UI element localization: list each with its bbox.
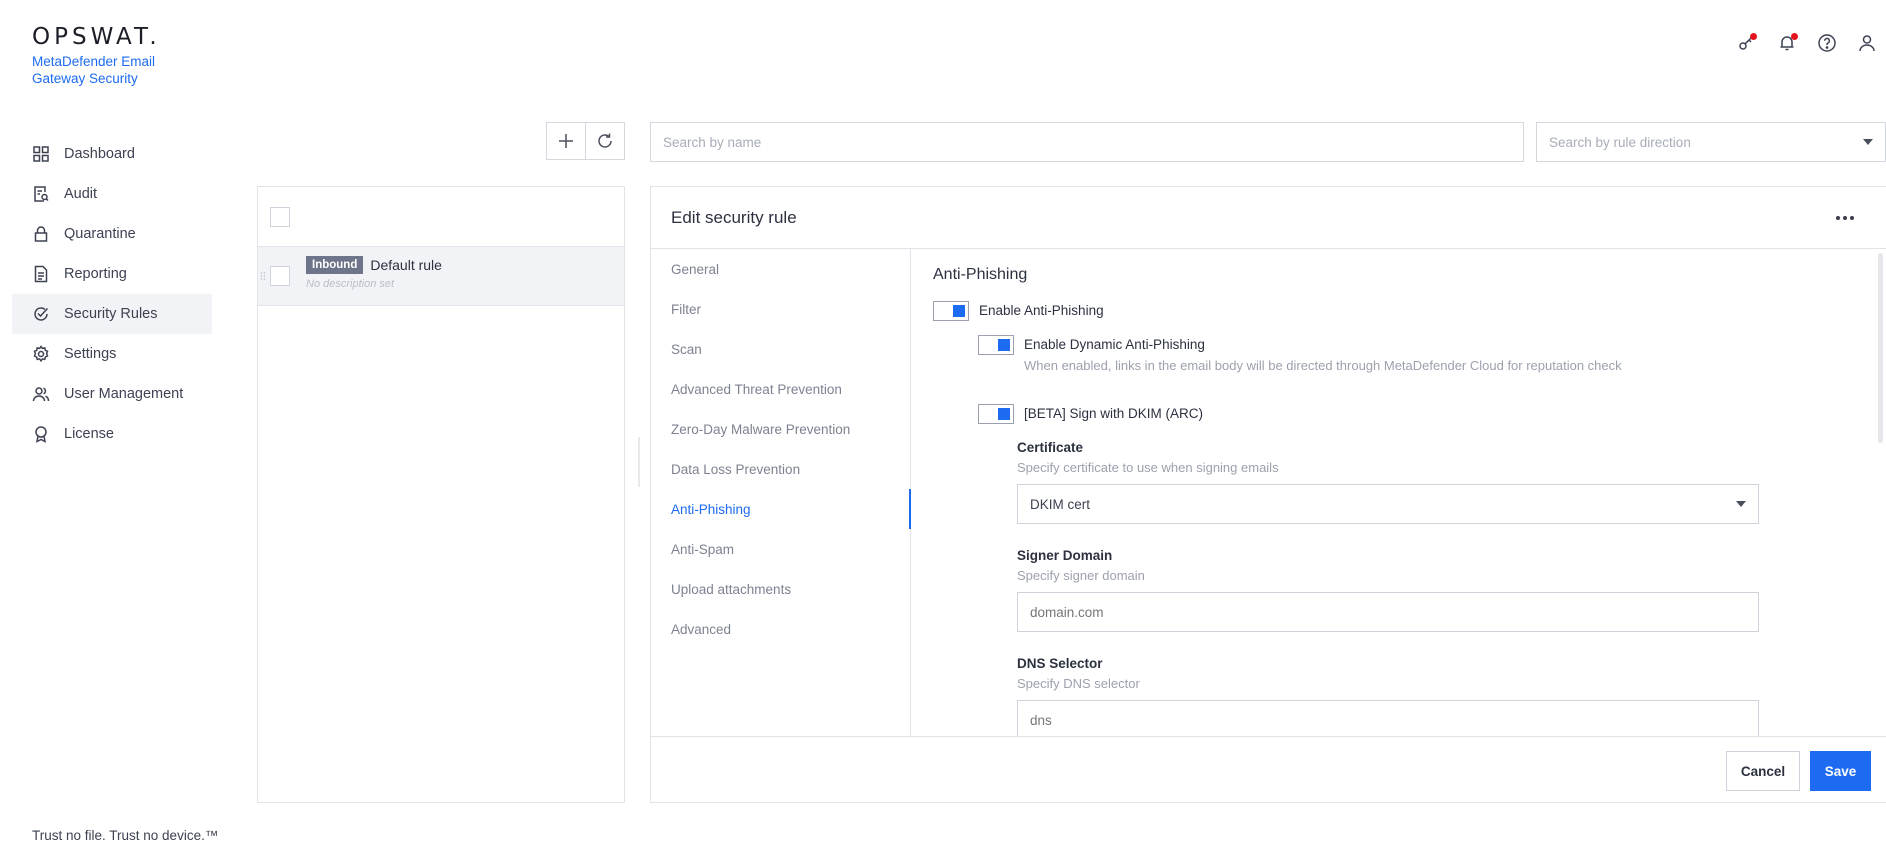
save-button[interactable]: Save <box>1810 751 1871 791</box>
sidebar: Dashboard Audit Quarantine Reporting Sec… <box>12 134 212 454</box>
sidebar-item-user-management[interactable]: User Management <box>12 374 212 414</box>
rule-description: No description set <box>306 278 395 290</box>
tab-advanced[interactable]: Advanced <box>651 609 910 649</box>
sidebar-item-label: Reporting <box>64 266 127 282</box>
footer-tagline: Trust no file. Trust no device.™ <box>32 828 219 843</box>
user-icon[interactable] <box>1856 32 1878 54</box>
sidebar-item-settings[interactable]: Settings <box>12 334 212 374</box>
users-icon <box>32 385 50 403</box>
sidebar-item-license[interactable]: License <box>12 414 212 454</box>
sidebar-item-label: Security Rules <box>64 306 158 322</box>
toggle-description: When enabled, links in the email body wi… <box>1024 358 1622 373</box>
dns-selector-input[interactable] <box>1017 700 1759 737</box>
product-name: MetaDefender Email Gateway Security <box>32 54 156 86</box>
notification-dot <box>1750 33 1757 40</box>
sidebar-item-label: License <box>64 426 114 442</box>
badge-icon <box>32 425 50 443</box>
signer-domain-input[interactable] <box>1017 592 1759 632</box>
certificate-label: Certificate <box>1017 440 1084 455</box>
edit-rule-panel: Edit security rule General Filter Scan A… <box>638 186 1886 803</box>
chevron-down-icon <box>1736 501 1746 507</box>
bell-icon[interactable] <box>1776 32 1798 54</box>
tab-advanced-threat-prevention[interactable]: Advanced Threat Prevention <box>651 369 910 409</box>
anti-phishing-content: Anti-Phishing Enable Anti-Phishing Enabl… <box>912 249 1885 737</box>
certificate-select[interactable]: DKIM cert <box>1017 484 1759 524</box>
plus-icon <box>559 134 573 148</box>
toggle-label: Enable Anti-Phishing <box>979 303 1104 318</box>
tab-upload-attachments[interactable]: Upload attachments <box>651 569 910 609</box>
sidebar-item-label: Dashboard <box>64 146 135 162</box>
key-icon[interactable] <box>1735 32 1757 54</box>
search-by-direction-select[interactable]: Search by rule direction <box>1536 122 1886 162</box>
add-rule-button[interactable] <box>546 122 586 160</box>
sign-with-dkim-toggle[interactable] <box>978 404 1014 424</box>
drag-handle-icon[interactable] <box>260 271 266 281</box>
refresh-button[interactable] <box>585 122 625 160</box>
tab-data-loss-prevention[interactable]: Data Loss Prevention <box>651 449 910 489</box>
refresh-icon <box>598 133 612 148</box>
tab-scan[interactable]: Scan <box>651 329 910 369</box>
tab-filter[interactable]: Filter <box>651 289 910 329</box>
rule-name: Default rule <box>370 257 442 273</box>
sidebar-item-quarantine[interactable]: Quarantine <box>12 214 212 254</box>
document-icon <box>32 265 50 283</box>
toggle-label: Enable Dynamic Anti-Phishing <box>1024 337 1205 352</box>
tab-anti-phishing[interactable]: Anti-Phishing <box>651 489 911 529</box>
table-row[interactable]: Inbound Default rule No description set <box>258 247 624 306</box>
sidebar-item-reporting[interactable]: Reporting <box>12 254 212 294</box>
scrollbar[interactable] <box>1878 253 1883 443</box>
toggle-label: [BETA] Sign with DKIM (ARC) <box>1024 406 1204 421</box>
enable-dynamic-anti-phishing-toggle[interactable] <box>978 335 1014 355</box>
notification-dot <box>1791 33 1798 40</box>
sidebar-item-security-rules[interactable]: Security Rules <box>12 294 212 334</box>
opswat-logo: OPSWAT. <box>32 24 161 50</box>
cancel-button[interactable]: Cancel <box>1726 751 1800 791</box>
list-header <box>258 187 624 247</box>
enable-anti-phishing-toggle[interactable] <box>933 301 969 321</box>
direction-placeholder: Search by rule direction <box>1549 134 1691 150</box>
sidebar-item-label: Audit <box>64 186 98 202</box>
sidebar-item-dashboard[interactable]: Dashboard <box>12 134 212 174</box>
more-options-button[interactable] <box>1830 210 1860 226</box>
tab-anti-spam[interactable]: Anti-Spam <box>651 529 910 569</box>
gear-icon <box>32 345 50 363</box>
signer-domain-label: Signer Domain <box>1017 548 1113 563</box>
sidebar-item-label: Settings <box>64 346 117 362</box>
dns-selector-label: DNS Selector <box>1017 656 1103 671</box>
help-icon[interactable] <box>1816 32 1838 54</box>
certificate-description: Specify certificate to use when signing … <box>1017 460 1279 475</box>
section-title: Anti-Phishing <box>933 266 1028 283</box>
audit-icon <box>32 185 50 203</box>
rule-tabs: General Filter Scan Advanced Threat Prev… <box>651 249 911 737</box>
certificate-value: DKIM cert <box>1030 496 1091 512</box>
sidebar-item-label: Quarantine <box>64 226 136 242</box>
search-by-name-input[interactable] <box>650 122 1524 162</box>
dns-selector-description: Specify DNS selector <box>1017 676 1140 691</box>
select-all-checkbox[interactable] <box>270 206 290 227</box>
shield-check-icon <box>32 305 50 323</box>
tab-zero-day-malware-prevention[interactable]: Zero-Day Malware Prevention <box>651 409 910 449</box>
dashboard-icon <box>32 145 50 163</box>
chevron-down-icon <box>1863 139 1873 145</box>
edit-title: Edit security rule <box>671 207 797 227</box>
row-checkbox[interactable] <box>270 266 290 286</box>
sidebar-item-label: User Management <box>64 386 184 402</box>
tab-general[interactable]: General <box>651 249 910 289</box>
signer-domain-description: Specify signer domain <box>1017 568 1145 583</box>
rules-list: Inbound Default rule No description set <box>257 186 625 803</box>
direction-badge: Inbound <box>306 256 364 274</box>
edit-footer: Cancel Save <box>651 736 1886 802</box>
lock-icon <box>32 225 50 243</box>
sidebar-item-audit[interactable]: Audit <box>12 174 212 214</box>
panel-splitter[interactable] <box>638 437 640 487</box>
